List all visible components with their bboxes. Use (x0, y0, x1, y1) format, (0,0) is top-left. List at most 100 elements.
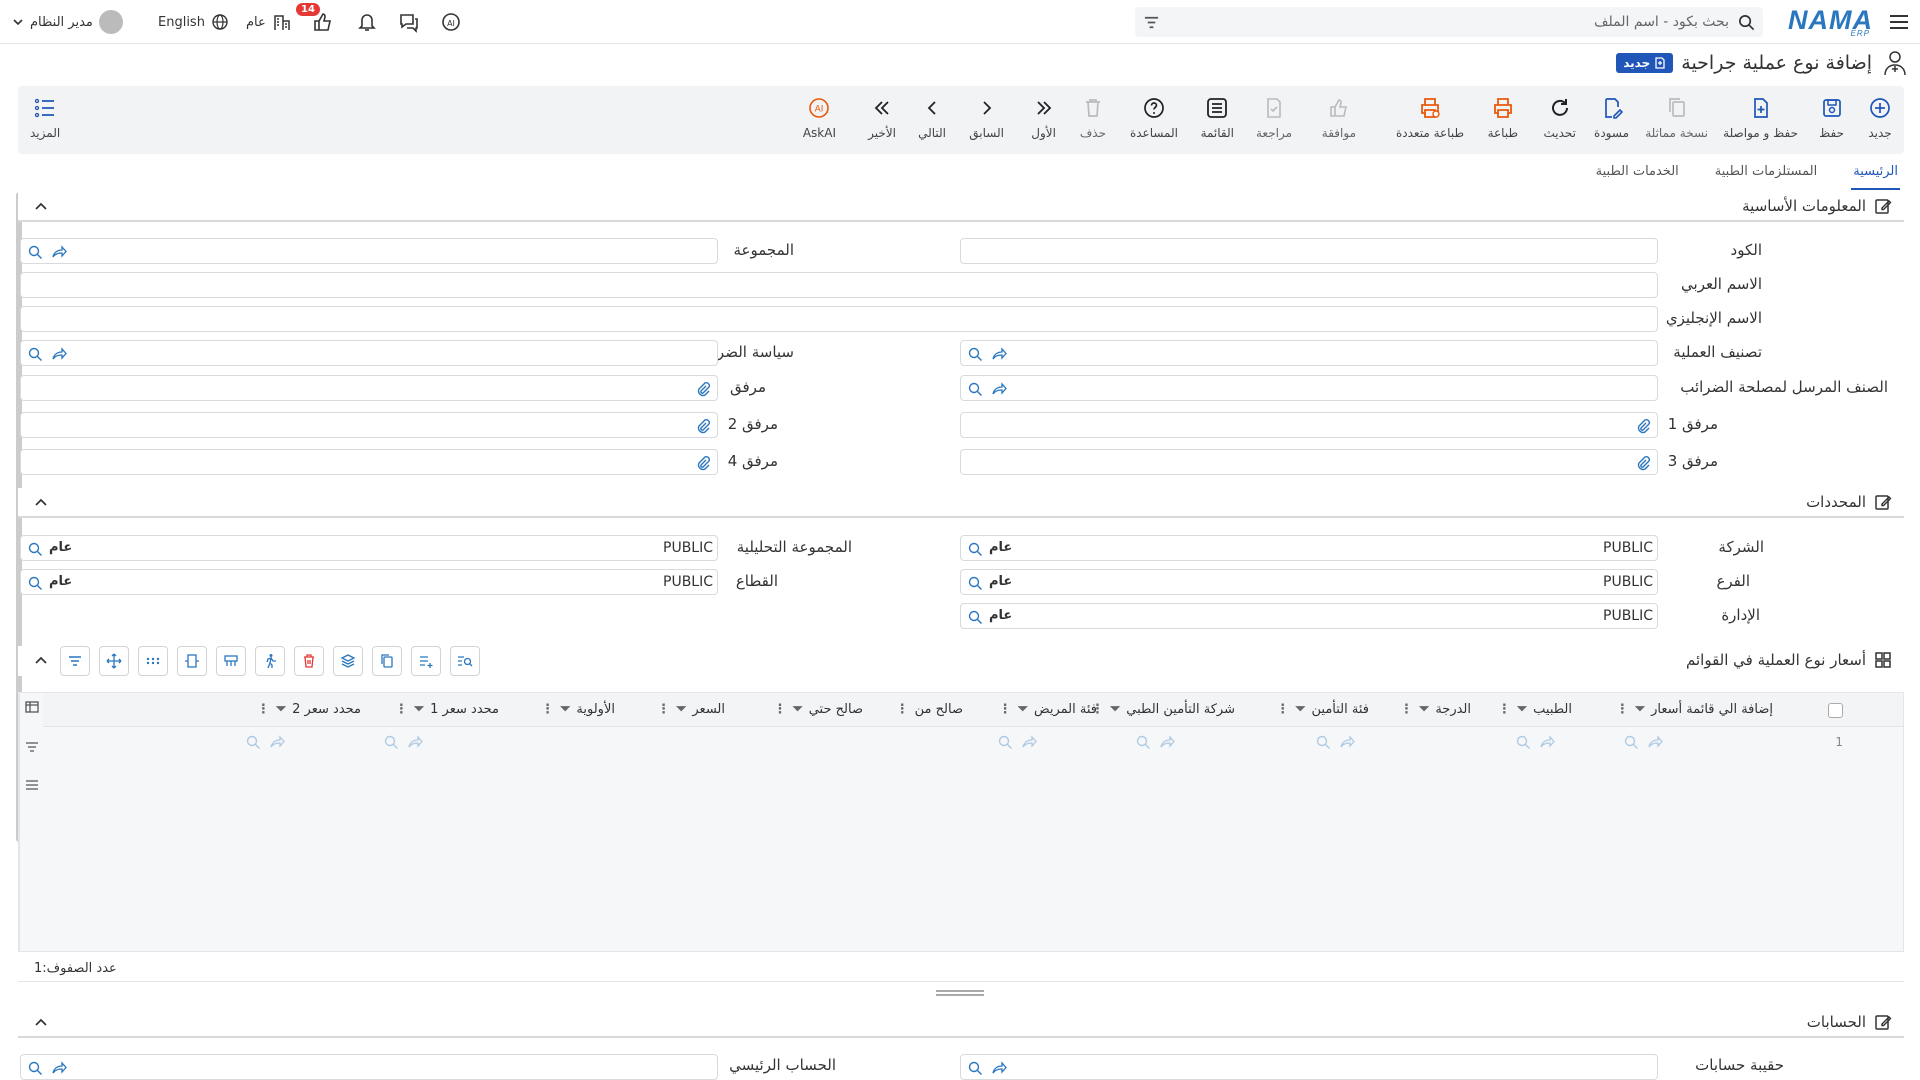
search-add-icon[interactable] (1135, 734, 1151, 750)
review-button[interactable]: مراجعة (1256, 96, 1292, 140)
grid-copy-button[interactable] (372, 646, 402, 676)
search-add-icon[interactable] (27, 1060, 43, 1076)
previous-button[interactable]: السابق (969, 96, 1004, 140)
arabic-name-field[interactable] (20, 272, 1658, 298)
col-patient-class[interactable]: فئة المريض ⏷ ⋮ (999, 702, 1097, 717)
grid-fit-columns-button[interactable] (177, 646, 207, 676)
share-arrow-icon[interactable] (269, 734, 285, 750)
column-menu-icon[interactable]: ⋮ (1498, 702, 1511, 717)
share-arrow-icon[interactable] (51, 244, 67, 260)
table-row[interactable]: 1 (43, 727, 1903, 757)
approve-button[interactable]: موافقة (1322, 96, 1356, 140)
column-menu-icon[interactable]: ⋮ (657, 702, 670, 717)
search-add-icon[interactable] (967, 1060, 983, 1076)
messages-button[interactable] (398, 10, 420, 34)
tax-policy-field[interactable] (20, 340, 718, 366)
share-arrow-icon[interactable] (1021, 734, 1037, 750)
filter-icon[interactable]: ⏷ (276, 702, 286, 717)
filter-icon[interactable]: ⏷ (676, 702, 686, 717)
search-add-icon[interactable] (967, 575, 983, 591)
paperclip-icon[interactable] (695, 418, 711, 434)
filter-icon[interactable]: ⏷ (1018, 702, 1028, 717)
accounts-header[interactable]: الحسابات (18, 1008, 1904, 1038)
account-bag-field[interactable] (960, 1054, 1658, 1080)
share-arrow-icon[interactable] (1339, 734, 1355, 750)
search-add-icon[interactable] (27, 244, 43, 260)
list-button[interactable]: القائمة (1201, 96, 1234, 140)
col-insurance-class[interactable]: فئة التأمين ⏷ ⋮ (1276, 702, 1369, 717)
share-arrow-icon[interactable] (1159, 734, 1175, 750)
paperclip-icon[interactable] (1635, 455, 1651, 471)
duplicate-button[interactable]: نسخة مماثلة (1645, 96, 1708, 140)
logo[interactable]: NAMA ERP (1788, 5, 1872, 38)
askai-button[interactable]: AI AskAI (803, 96, 836, 140)
column-menu-icon[interactable]: ⋮ (1276, 702, 1289, 717)
col-grade[interactable]: الدرجة ⏷ ⋮ (1400, 702, 1471, 717)
save-continue-button[interactable]: حفظ و مواصلة (1723, 96, 1798, 140)
select-all-checkbox[interactable] (1828, 703, 1843, 718)
column-menu-icon[interactable]: ⋮ (773, 702, 786, 717)
col-price-list[interactable]: إضافة الي قائمة أسعار ⏷ ⋮ (1616, 702, 1773, 717)
search-add-icon[interactable] (967, 609, 983, 625)
share-arrow-icon[interactable] (991, 1060, 1007, 1076)
ai-icon-button[interactable]: AI (440, 10, 462, 34)
share-arrow-icon[interactable] (51, 1060, 67, 1076)
chevron-up-icon[interactable] (34, 200, 48, 214)
search-add-icon[interactable] (1315, 734, 1331, 750)
column-menu-icon[interactable]: ⋮ (896, 702, 909, 717)
column-menu-icon[interactable]: ⋮ (999, 702, 1012, 717)
refresh-button[interactable]: تحديث (1543, 96, 1576, 140)
multi-print-button[interactable]: طباعة متعددة (1396, 96, 1464, 140)
column-menu-icon[interactable]: ⋮ (257, 702, 270, 717)
filter-icon[interactable]: ⏷ (1110, 702, 1120, 717)
filter-icon[interactable]: ⏷ (560, 702, 570, 717)
company-selector[interactable]: عام (246, 10, 292, 34)
attachment4-field[interactable] (20, 449, 718, 475)
paperclip-icon[interactable] (695, 455, 711, 471)
last-button[interactable]: الأخير (868, 96, 896, 140)
help-button[interactable]: المساعدة (1130, 96, 1178, 140)
tab-main[interactable]: الرئيسية (1851, 160, 1900, 190)
search-add-icon[interactable] (383, 734, 399, 750)
col-price[interactable]: السعر ⏷ ⋮ (657, 702, 725, 717)
new-button[interactable]: جديد (1868, 96, 1892, 140)
chevron-up-icon[interactable] (34, 496, 48, 510)
chevron-up-icon[interactable] (34, 1016, 48, 1030)
attachment-field[interactable] (20, 375, 718, 401)
search-icon[interactable] (1738, 14, 1755, 31)
filter-icon[interactable]: ⏷ (1295, 702, 1305, 717)
grid-layers-button[interactable] (333, 646, 363, 676)
paperclip-icon[interactable] (695, 381, 711, 397)
search-add-icon[interactable] (27, 541, 43, 557)
first-button[interactable]: الأول (1031, 96, 1056, 140)
grid-search-button[interactable] (450, 646, 480, 676)
filter-icon[interactable] (1143, 14, 1160, 31)
filter-icon[interactable]: ⏷ (414, 702, 424, 717)
attachment1-field[interactable] (960, 412, 1658, 438)
col-valid-to[interactable]: صالح حتي ⏷ ⋮ (773, 702, 863, 717)
search-add-icon[interactable] (967, 541, 983, 557)
filter-icon[interactable]: ⏷ (792, 702, 802, 717)
search-add-icon[interactable] (1623, 734, 1639, 750)
search-add-icon[interactable] (1515, 734, 1531, 750)
filter-icon[interactable]: ⏷ (1517, 702, 1527, 717)
menu-icon[interactable] (1888, 11, 1910, 33)
chevron-up-icon[interactable] (34, 654, 48, 668)
next-button[interactable]: التالي (918, 96, 946, 140)
search-add-icon[interactable] (967, 346, 983, 362)
grid-insert-row-button[interactable] (216, 646, 246, 676)
share-arrow-icon[interactable] (991, 381, 1007, 397)
delete-button[interactable]: حذف (1080, 96, 1106, 140)
col-price-determinant1[interactable]: محدد سعر 1 ⏷ ⋮ (395, 702, 499, 717)
share-arrow-icon[interactable] (1539, 734, 1555, 750)
column-menu-icon[interactable]: ⋮ (541, 702, 554, 717)
share-arrow-icon[interactable] (991, 346, 1007, 362)
attachment2-field[interactable] (20, 412, 718, 438)
search-add-icon[interactable] (27, 346, 43, 362)
user-menu[interactable]: مدير النظام (12, 10, 123, 34)
resize-handle[interactable] (936, 990, 984, 996)
analytic-group-field[interactable]: PUBLIC عام (20, 535, 718, 561)
search-input[interactable] (1249, 10, 1729, 34)
grid-dots-button[interactable] (138, 646, 168, 676)
share-arrow-icon[interactable] (51, 346, 67, 362)
